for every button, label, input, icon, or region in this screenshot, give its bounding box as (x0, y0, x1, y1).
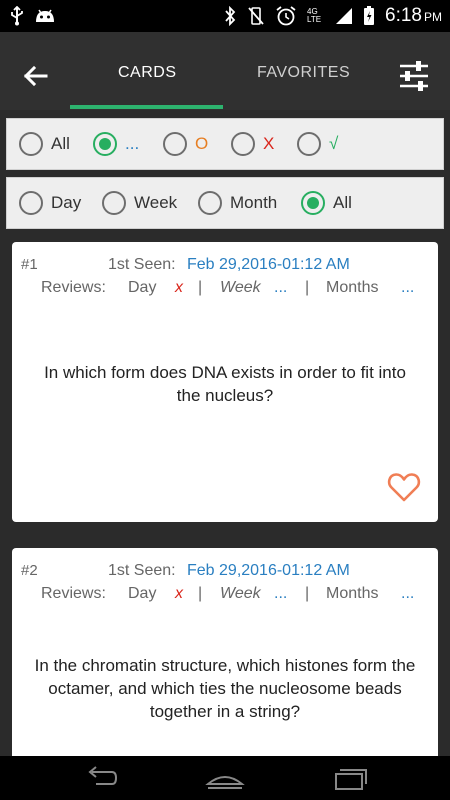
app-bar: CARDS FAVORITES (0, 32, 450, 110)
card-question: In which form does DNA exists in order t… (44, 363, 406, 405)
filter-status-check[interactable]: √ (297, 132, 338, 156)
tab-favorites[interactable]: FAVORITES (257, 64, 350, 82)
separator: | (198, 279, 203, 296)
sliders-icon[interactable] (396, 58, 432, 94)
review-day-value: x (175, 585, 183, 602)
radio-button[interactable] (231, 132, 255, 156)
android-icon (36, 9, 54, 22)
first-seen-label: 1st Seen: (108, 256, 176, 273)
radio-button[interactable] (19, 132, 43, 156)
signal-icon (336, 8, 353, 24)
status-bar: 4G LTE 6:18 PM (0, 0, 450, 32)
back-nav-icon[interactable] (80, 764, 120, 792)
flashcard[interactable]: #1 1st Seen: Feb 29,2016-01:12 AM Review… (12, 242, 438, 522)
review-day-value: x (175, 279, 183, 296)
review-months-label: Months (326, 585, 379, 602)
vibrate-icon (248, 7, 264, 25)
review-months-label: Months (326, 279, 379, 296)
review-months-value: ... (401, 585, 415, 602)
card-number: #2 (21, 562, 38, 579)
battery-icon (364, 6, 375, 25)
review-week-value: ... (274, 279, 288, 296)
radio-button[interactable] (102, 191, 126, 215)
filter-status-pending[interactable]: ... (93, 132, 139, 156)
filter-period-day[interactable]: Day (19, 191, 81, 215)
radio-button[interactable] (93, 132, 117, 156)
first-seen-value: Feb 29,2016-01:12 AM (187, 256, 350, 273)
radio-button[interactable] (198, 191, 222, 215)
arrow-left-icon[interactable] (20, 60, 52, 92)
tab-indicator (70, 105, 223, 109)
recents-nav-icon[interactable] (330, 764, 370, 792)
home-nav-icon[interactable] (205, 764, 245, 792)
filter-status-all[interactable]: All (19, 132, 70, 156)
tab-cards[interactable]: CARDS (118, 64, 177, 82)
flashcard[interactable]: #2 1st Seen: Feb 29,2016-01:12 AM Review… (12, 548, 438, 778)
radio-button[interactable] (301, 191, 325, 215)
card-question: In the chromatin structure, which histon… (34, 656, 416, 721)
filter-period-all[interactable]: All (301, 191, 352, 215)
filter-status-x[interactable]: X (231, 132, 274, 156)
alarm-icon (276, 6, 296, 26)
heart-outline-icon[interactable] (387, 471, 421, 503)
review-months-value: ... (401, 279, 415, 296)
review-week-value: ... (274, 585, 288, 602)
separator: | (305, 585, 310, 602)
review-day-label: Day (128, 585, 157, 602)
network-label: 4G LTE (307, 7, 322, 24)
filter-status-o[interactable]: O (163, 132, 208, 156)
first-seen-value: Feb 29,2016-01:12 AM (187, 562, 350, 579)
review-week-label: Week (220, 585, 261, 602)
review-day-label: Day (128, 279, 157, 296)
radio-button[interactable] (19, 191, 43, 215)
separator: | (305, 279, 310, 296)
separator: | (198, 585, 203, 602)
reviews-label: Reviews: (41, 279, 106, 296)
status-filter: All ... O X √ (6, 118, 444, 170)
usb-icon (11, 6, 23, 26)
radio-button[interactable] (297, 132, 321, 156)
card-number: #1 (21, 256, 38, 273)
reviews-label: Reviews: (41, 585, 106, 602)
filter-period-week[interactable]: Week (102, 191, 177, 215)
first-seen-label: 1st Seen: (108, 562, 176, 579)
bluetooth-icon (225, 6, 236, 26)
system-nav-bar (0, 756, 450, 800)
review-week-label: Week (220, 279, 261, 296)
period-filter: Day Week Month All (6, 177, 444, 229)
radio-button[interactable] (163, 132, 187, 156)
clock: 6:18 PM (385, 5, 442, 26)
filter-period-month[interactable]: Month (198, 191, 277, 215)
